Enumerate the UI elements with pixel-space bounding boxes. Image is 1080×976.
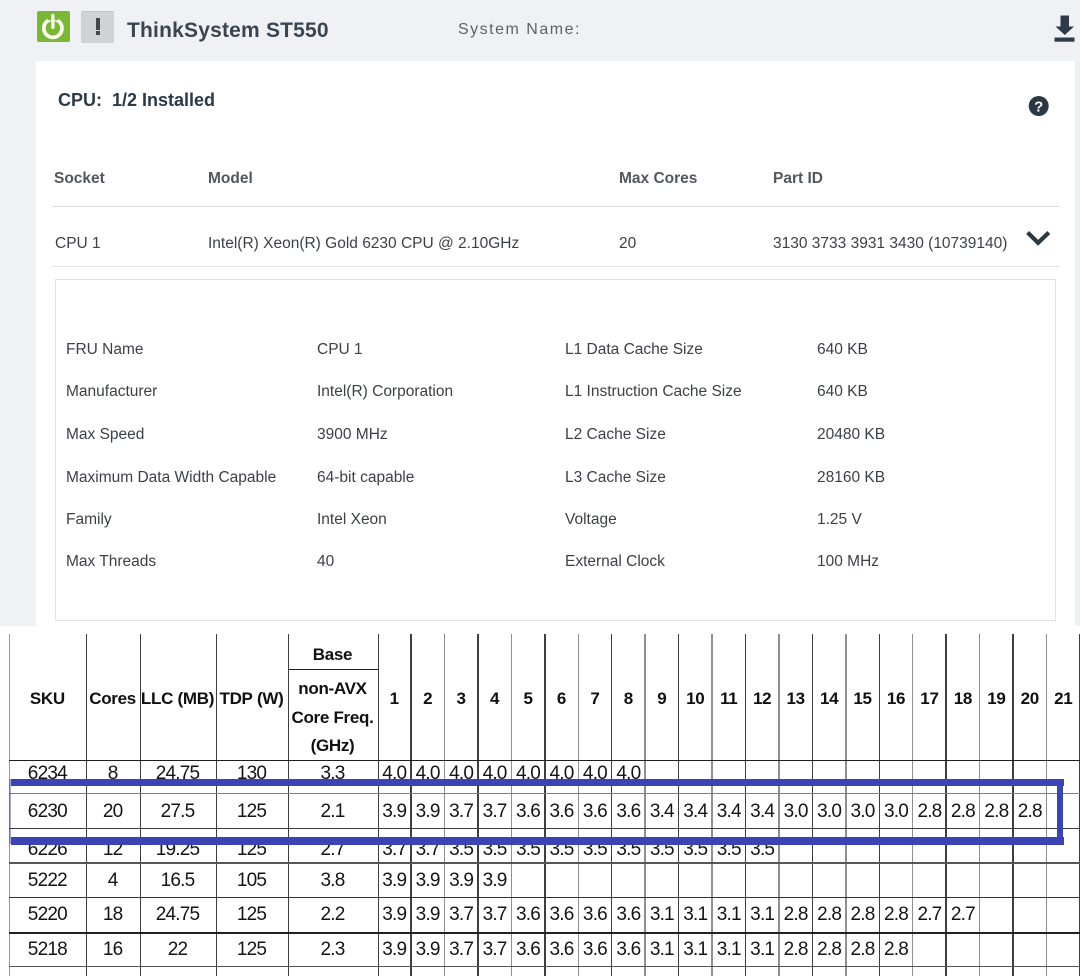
svg-text:?: ? [1034, 98, 1043, 115]
